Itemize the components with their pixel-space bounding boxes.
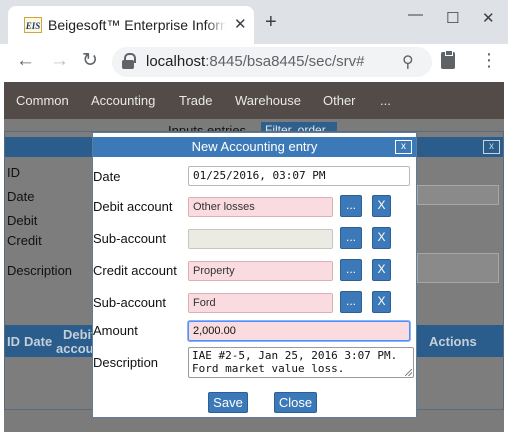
- debit-account-label: Debit account: [93, 199, 173, 214]
- window-minimize-icon[interactable]: —: [408, 6, 423, 24]
- credit-subaccount-picker-button[interactable]: ...: [340, 291, 362, 313]
- url-text: localhost:8445/bsa8445/sec/srv#: [146, 52, 364, 72]
- zoom-icon[interactable]: ⚲: [402, 52, 414, 72]
- th-actions: Actions: [429, 334, 477, 349]
- nav-warehouse[interactable]: Warehouse: [235, 93, 301, 109]
- debit-subaccount-clear-button[interactable]: X: [372, 227, 391, 249]
- new-tab-button[interactable]: +: [265, 12, 277, 32]
- th-date: Date: [24, 334, 53, 349]
- dialog-header: New Accounting entry x: [93, 137, 416, 157]
- debit-subaccount-picker-button[interactable]: ...: [340, 227, 362, 249]
- url-path: :8445/bsa8445/sec/srv#: [205, 53, 365, 70]
- debit-account-clear-button[interactable]: X: [372, 195, 391, 217]
- credit-subaccount-clear-button[interactable]: X: [372, 291, 391, 313]
- tab-title: Beigesoft™ Enterprise Information System: [48, 16, 226, 34]
- window-maximize-icon[interactable]: ☐: [446, 10, 459, 28]
- nav-trade[interactable]: Trade: [179, 93, 212, 109]
- forward-arrow-icon[interactable]: →: [50, 50, 69, 72]
- description-text: IAE #2-5, Jan 25, 2016 3:07 PM. Ford mar…: [192, 349, 398, 375]
- back-arrow-icon[interactable]: ←: [16, 50, 35, 72]
- nav-other[interactable]: Other: [323, 93, 356, 109]
- new-accounting-entry-dialog: New Accounting entry x Date 01/25/2016, …: [92, 132, 417, 418]
- debit-subaccount-input[interactable]: [188, 229, 333, 249]
- date-label: Date: [93, 169, 121, 184]
- description-label: Description: [93, 355, 159, 370]
- address-bar[interactable]: localhost:8445/bsa8445/sec/srv# ⚲: [112, 47, 432, 77]
- th-id: ID: [7, 334, 20, 349]
- close-button[interactable]: Close: [274, 392, 317, 413]
- credit-subaccount-label: Sub-account: [93, 295, 166, 310]
- lock-icon[interactable]: [122, 53, 136, 69]
- reload-icon[interactable]: ↻: [82, 50, 98, 72]
- description-textarea[interactable]: IAE #2-5, Jan 25, 2016 3:07 PM. Ford mar…: [188, 347, 414, 378]
- browser-tab[interactable]: EIS Beigesoft™ Enterprise Information Sy…: [8, 6, 254, 44]
- underlying-label-debit: Debit: [7, 213, 38, 228]
- credit-account-input[interactable]: Property: [188, 261, 333, 281]
- amount-label: Amount: [93, 323, 138, 338]
- underlying-date-field: [417, 185, 499, 205]
- debit-subaccount-label: Sub-account: [93, 231, 166, 246]
- nav-accounting[interactable]: Accounting: [91, 93, 155, 109]
- credit-account-clear-button[interactable]: X: [372, 259, 391, 281]
- window-close-icon[interactable]: ✕: [482, 10, 495, 28]
- save-button[interactable]: Save: [208, 392, 248, 413]
- dialog-close-x-button[interactable]: x: [395, 140, 412, 154]
- underlying-label-credit: Credit: [7, 233, 42, 248]
- credit-account-label: Credit account: [93, 263, 177, 278]
- underlying-label-date: Date: [7, 189, 35, 204]
- browser-tab-bar: EIS Beigesoft™ Enterprise Information Sy…: [0, 0, 508, 44]
- dialog-title: New Accounting entry: [191, 139, 318, 154]
- app-favicon-icon: EIS: [24, 17, 42, 33]
- nav-more[interactable]: ...: [380, 93, 391, 109]
- nav-common[interactable]: Common: [16, 93, 69, 109]
- debit-account-picker-button[interactable]: ...: [340, 195, 362, 217]
- main-navbar: Common Accounting Trade Warehouse Other …: [4, 82, 504, 119]
- credit-account-picker-button[interactable]: ...: [340, 259, 362, 281]
- date-input[interactable]: 01/25/2016, 03:07 PM: [188, 166, 410, 186]
- clipboard-icon[interactable]: [441, 50, 455, 69]
- browser-menu-icon[interactable]: ⋮: [480, 50, 498, 70]
- underlying-close-button[interactable]: x: [483, 140, 500, 154]
- underlying-label-id: ID: [7, 165, 20, 180]
- underlying-description-field: [417, 253, 499, 283]
- url-host: localhost: [146, 53, 206, 70]
- th-debit: Debit: [63, 327, 96, 342]
- credit-subaccount-input[interactable]: Ford: [188, 293, 333, 313]
- browser-toolbar: ← → ↻ localhost:8445/bsa8445/sec/srv# ⚲ …: [0, 44, 508, 80]
- tab-close-icon[interactable]: ✕: [234, 16, 247, 34]
- underlying-label-description: Description: [7, 263, 73, 278]
- resize-grip-icon[interactable]: [405, 369, 412, 376]
- amount-input[interactable]: 2,000.00: [188, 321, 410, 341]
- debit-account-input[interactable]: Other losses: [188, 197, 333, 217]
